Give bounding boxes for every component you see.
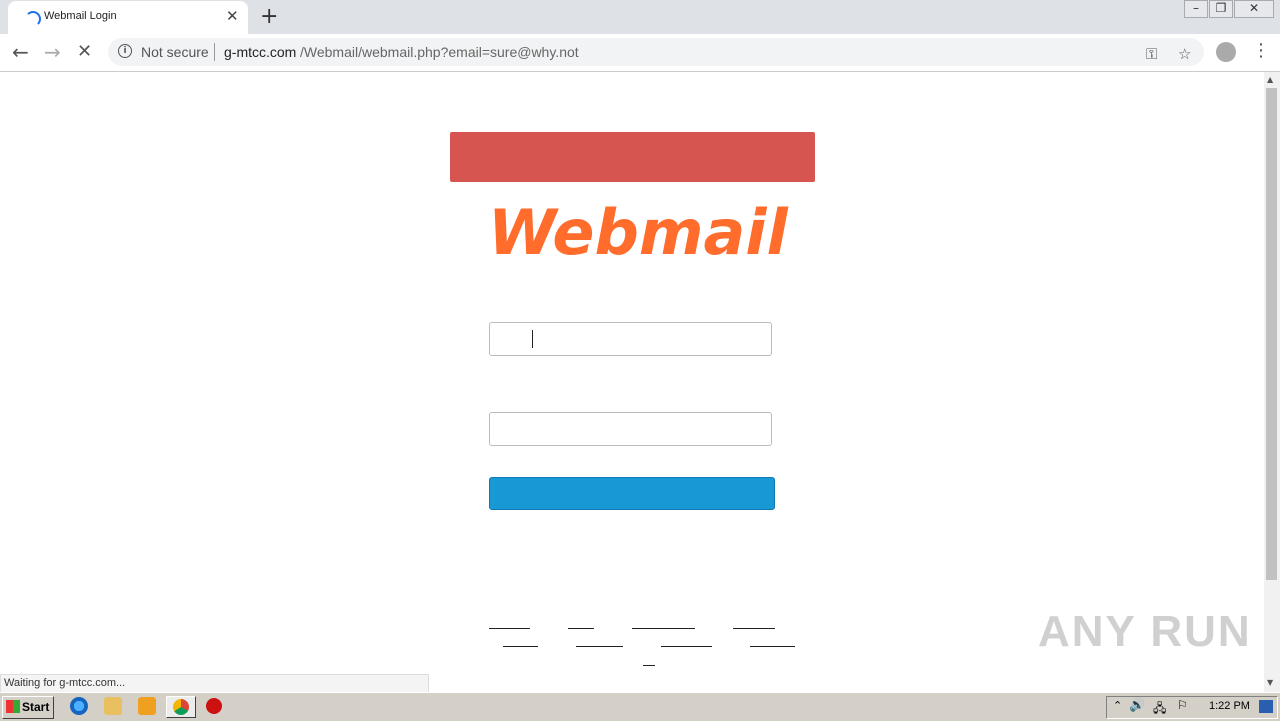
restore-button[interactable]: ❐ (1209, 0, 1233, 18)
start-button[interactable]: Start (2, 696, 54, 719)
star-icon[interactable]: ☆ (1178, 45, 1191, 63)
address-bar[interactable]: i Not secure g-mtcc.com /Webmail/webmail… (108, 38, 1204, 66)
browser-toolbar: ← → ✕ i Not secure g-mtcc.com /Webmail/w… (0, 34, 1280, 72)
system-tray: ⌃ 🔊 🖧 ⚐ 1:22 PM (1106, 696, 1278, 719)
forward-arrow-icon[interactable]: → (44, 40, 61, 64)
chrome-icon (173, 699, 189, 715)
login-button[interactable] (489, 477, 775, 510)
text-cursor (532, 330, 533, 348)
windows-flag-icon (6, 700, 20, 713)
loading-spinner-icon (25, 11, 41, 27)
ie-icon[interactable] (70, 697, 88, 715)
password-field[interactable] (489, 412, 772, 446)
back-arrow-icon[interactable]: ← (12, 40, 29, 64)
taskbar: Start ⌃ 🔊 🖧 ⚐ 1:22 PM (0, 692, 1280, 721)
network-icon[interactable]: 🖧 (1153, 699, 1166, 720)
footer-link[interactable] (750, 646, 795, 647)
scroll-down-icon[interactable]: ▼ (1267, 678, 1273, 687)
menu-dots-icon[interactable]: ⋮ (1252, 40, 1270, 61)
separator (214, 43, 215, 61)
footer-link[interactable] (643, 665, 655, 666)
footer-link[interactable] (632, 628, 695, 629)
close-window-button[interactable]: ✕ (1234, 0, 1274, 18)
footer-link[interactable] (661, 646, 712, 647)
url-domain: g-mtcc.com (224, 44, 297, 60)
tab-webmail-login[interactable]: Webmail Login ✕ (8, 1, 248, 34)
folder-icon[interactable] (104, 697, 122, 715)
security-label: Not secure (141, 44, 209, 60)
url-path: /Webmail/webmail.php?email=sure@why.not (300, 44, 579, 60)
webmail-logo: Webmail (480, 190, 790, 270)
show-desktop-icon[interactable] (1259, 700, 1273, 713)
tab-strip: Webmail Login ✕ + – ❐ ✕ (0, 0, 1280, 34)
anyrun-watermark: ANY RUN (1038, 607, 1252, 656)
start-label: Start (22, 700, 50, 714)
volume-icon[interactable]: 🔊 (1129, 698, 1145, 713)
footer-link[interactable] (733, 628, 775, 629)
chrome-taskbar-button[interactable] (166, 696, 196, 718)
status-bar: Waiting for g-mtcc.com... (0, 674, 429, 693)
profile-avatar-icon[interactable] (1216, 42, 1236, 62)
vertical-scrollbar[interactable]: ▲ ▼ (1264, 72, 1280, 692)
tab-close-icon[interactable]: ✕ (226, 7, 239, 25)
key-icon[interactable]: ⚿ (1146, 45, 1157, 63)
page-content: Webmail ANY RUN (0, 72, 1264, 692)
footer-link[interactable] (503, 646, 538, 647)
flag-icon[interactable]: ⚐ (1177, 698, 1188, 712)
logo-text: Webmail (488, 196, 789, 269)
footer-link[interactable] (489, 628, 530, 629)
minimize-button[interactable]: – (1184, 0, 1208, 18)
footer-link[interactable] (568, 628, 594, 629)
clock[interactable]: 1:22 PM (1209, 700, 1250, 712)
media-player-icon[interactable] (138, 697, 156, 715)
footer-link[interactable] (576, 646, 623, 647)
scroll-thumb[interactable] (1266, 88, 1277, 580)
scroll-up-icon[interactable]: ▲ (1267, 75, 1273, 84)
email-field[interactable] (489, 322, 772, 356)
stop-loading-icon[interactable]: ✕ (77, 41, 92, 62)
new-tab-button[interactable]: + (260, 4, 278, 29)
tab-title: Webmail Login (44, 10, 117, 22)
error-banner (450, 132, 815, 182)
info-icon[interactable]: i (118, 44, 132, 58)
tray-expand-icon[interactable]: ⌃ (1113, 699, 1122, 712)
stop-sign-icon[interactable] (206, 698, 222, 714)
